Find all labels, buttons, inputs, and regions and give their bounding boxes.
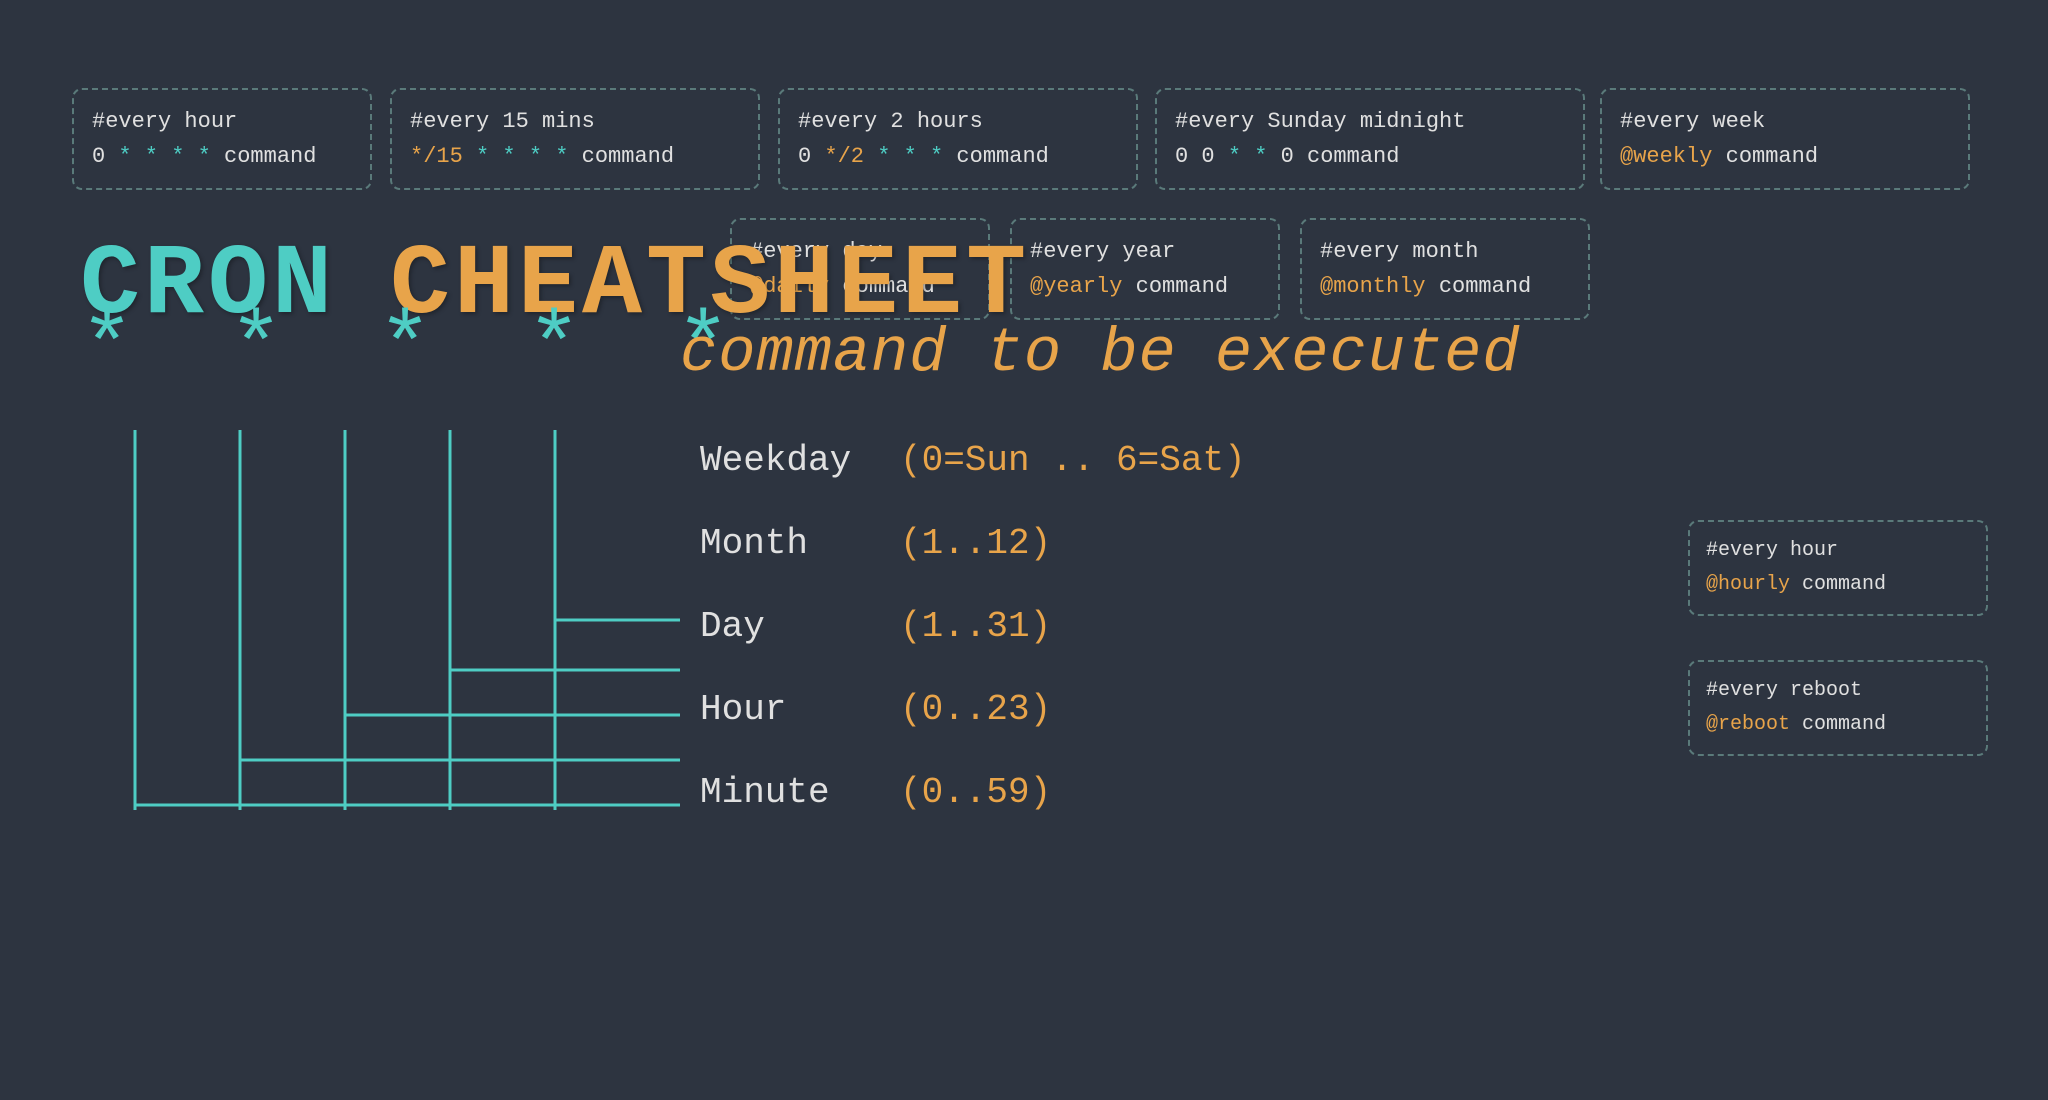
code-every-hour: 0 * * * * command: [92, 139, 352, 174]
comment-every-sunday: #every Sunday midnight: [1175, 104, 1565, 139]
code-reboot-small: @reboot command: [1706, 708, 1970, 742]
page-container: #every hour 0 * * * * command #every 15 …: [0, 0, 2048, 1100]
comment-every-2-hours: #every 2 hours: [798, 104, 1118, 139]
box-every-month: #every month @monthly command: [1300, 218, 1590, 320]
code-every-sunday: 0 0 * * 0 command: [1175, 139, 1565, 174]
code-every-month: @monthly command: [1320, 269, 1570, 304]
comment-every-month: #every month: [1320, 234, 1570, 269]
comment-every-15-mins: #every 15 mins: [410, 104, 740, 139]
box-every-hour: #every hour 0 * * * * command: [72, 88, 372, 190]
tree-svg: [80, 420, 740, 840]
code-hourly-small: @hourly command: [1706, 568, 1970, 602]
label-weekday: Weekday (0=Sun .. 6=Sat): [700, 440, 1246, 481]
code-every-2-hours: 0 */2 * * * command: [798, 139, 1118, 174]
label-hour: Hour (0..23): [700, 689, 1246, 730]
star-3: *: [378, 305, 432, 395]
box-every-15-mins: #every 15 mins */15 * * * * command: [390, 88, 760, 190]
star-4: *: [527, 305, 581, 395]
box-every-sunday: #every Sunday midnight 0 0 * * 0 command: [1155, 88, 1585, 190]
command-executed-label: command to be executed: [680, 318, 1521, 389]
comment-hourly-small: #every hour: [1706, 534, 1970, 568]
box-reboot-small: #every reboot @reboot command: [1688, 660, 1988, 756]
comment-every-week: #every week: [1620, 104, 1950, 139]
star-2: *: [229, 305, 283, 395]
stars-row: * * * * *: [80, 305, 730, 395]
label-day: Day (1..31): [700, 606, 1246, 647]
label-minute: Minute (0..59): [700, 772, 1246, 813]
labels-container: Weekday (0=Sun .. 6=Sat) Month (1..12) D…: [700, 440, 1246, 855]
tree-diagram: [80, 420, 740, 840]
code-every-year: @yearly command: [1030, 269, 1260, 304]
label-month: Month (1..12): [700, 523, 1246, 564]
comment-every-year: #every year: [1030, 234, 1260, 269]
box-every-year: #every year @yearly command: [1010, 218, 1280, 320]
comment-reboot-small: #every reboot: [1706, 674, 1970, 708]
comment-every-hour: #every hour: [92, 104, 352, 139]
box-every-2-hours: #every 2 hours 0 */2 * * * command: [778, 88, 1138, 190]
code-every-15-mins: */15 * * * * command: [410, 139, 740, 174]
box-hourly-small: #every hour @hourly command: [1688, 520, 1988, 616]
code-every-week: @weekly command: [1620, 139, 1950, 174]
star-1: *: [80, 305, 134, 395]
box-every-week: #every week @weekly command: [1600, 88, 1970, 190]
